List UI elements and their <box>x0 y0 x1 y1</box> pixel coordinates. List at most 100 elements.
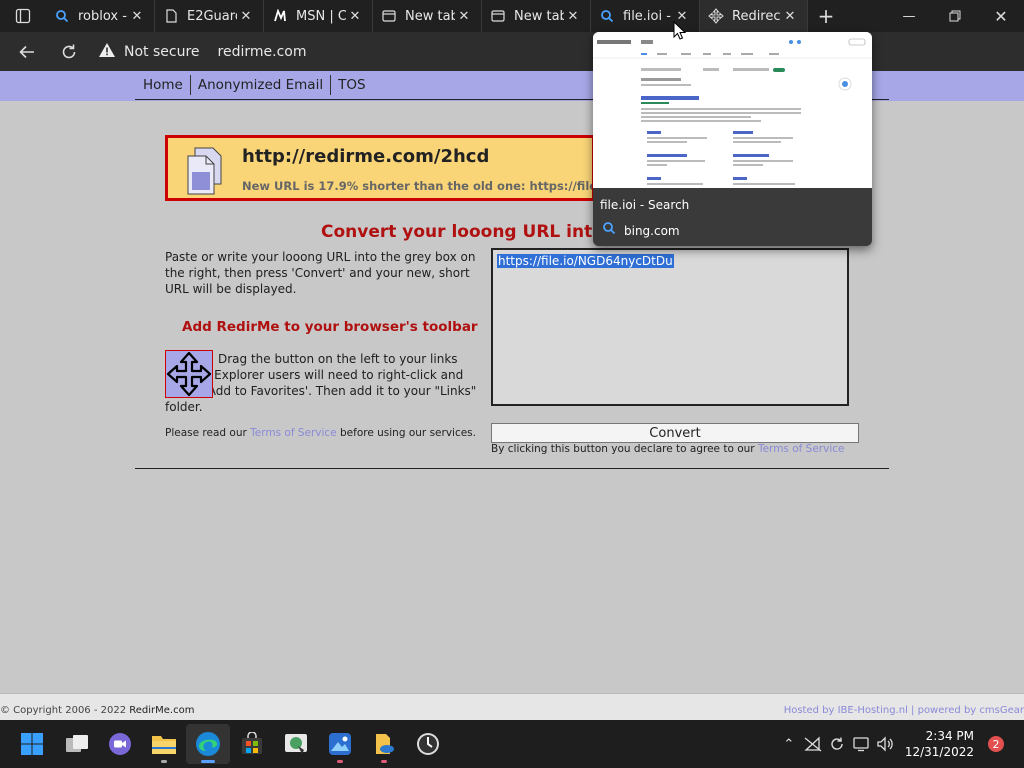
file-explorer-button[interactable] <box>142 724 186 764</box>
page-thumbnail <box>593 32 872 188</box>
paste-instructions: Paste or write your looong URL into the … <box>165 250 476 296</box>
clock[interactable]: 2:34 PM 12/31/2022 <box>905 728 974 760</box>
display-icon[interactable] <box>849 736 873 752</box>
restore-icon <box>949 10 961 22</box>
sync-icon[interactable] <box>825 736 849 752</box>
clock-icon <box>417 733 439 755</box>
footer-separator: | <box>911 705 915 716</box>
nav-tos-link[interactable]: TOS <box>331 75 372 95</box>
edge-browser-icon <box>196 732 220 756</box>
move-arrows-icon <box>166 351 212 397</box>
tab-msn[interactable]: MSN | C ✕ <box>264 0 373 32</box>
tab-redirect[interactable]: Redirect ✕ <box>700 0 808 32</box>
windows-logo-icon <box>21 733 43 755</box>
toolbar-heading: Add RedirMe to your browser's toolbar <box>182 319 478 335</box>
task-view-button[interactable] <box>55 724 99 764</box>
clock-app-button[interactable] <box>406 724 450 764</box>
tab-title: MSN | C <box>296 8 346 24</box>
hosting-credits: Hosted by IBE-Hosting.nl | powered by cm… <box>784 705 1024 716</box>
content-divider <box>135 468 889 469</box>
agree-prefix: By clicking this button you declare to a… <box>491 443 758 455</box>
agree-tos-link[interactable]: Terms of Service <box>758 443 845 455</box>
store-button[interactable] <box>230 724 274 764</box>
tab-e2guard[interactable]: E2Guard ✕ <box>155 0 264 32</box>
search-icon <box>54 8 70 24</box>
url-text[interactable]: redirme.com <box>218 44 307 60</box>
task-view-icon <box>66 735 88 752</box>
store-icon <box>242 732 262 754</box>
convert-heading: Convert your looong URL into a short one <box>321 222 596 242</box>
taskbar: ⌃ 2:34 PM 12/31/2022 2 <box>0 720 1024 768</box>
close-tab-icon[interactable]: ✕ <box>564 7 582 25</box>
chat-app-button[interactable] <box>98 724 142 764</box>
nav-anonymized-email-link[interactable]: Anonymized Email <box>191 75 332 95</box>
picture-icon <box>285 734 307 754</box>
url-input-value: https://file.io/NGD64nycDtDu <box>497 254 674 268</box>
address-bar[interactable]: Not secure redirme.com <box>98 37 306 67</box>
time: 2:34 PM <box>925 729 974 743</box>
restore-button[interactable] <box>932 0 978 32</box>
tab-title: New tab <box>405 8 455 24</box>
running-indicator <box>161 760 167 763</box>
refresh-button[interactable] <box>48 32 90 71</box>
search-icon <box>602 221 616 239</box>
move-icon <box>708 8 724 24</box>
bookmarklet-drag-button[interactable] <box>165 350 213 398</box>
tab-title: file.ioi - <box>623 8 671 24</box>
close-window-button[interactable]: ✕ <box>978 0 1024 32</box>
close-tab-icon[interactable]: ✕ <box>128 7 146 25</box>
edge-button[interactable] <box>186 724 230 764</box>
tab-title: New tab <box>514 8 564 24</box>
tab-newtab-1[interactable]: New tab ✕ <box>373 0 482 32</box>
active-indicator <box>201 760 215 763</box>
tab-newtab-2[interactable]: New tab ✕ <box>482 0 591 32</box>
drag-instructions: Drag the button on the left to your link… <box>165 352 477 414</box>
back-button[interactable] <box>6 32 48 71</box>
minimize-button[interactable]: — <box>886 0 932 32</box>
chat-icon <box>109 733 131 755</box>
tab-actions-icon <box>15 8 31 24</box>
tab-hover-preview[interactable]: file.ioi - Search bing.com <box>593 32 872 246</box>
nav-home-link[interactable]: Home <box>136 75 191 95</box>
start-button[interactable] <box>10 724 54 764</box>
short-url[interactable]: http://redirme.com/2hcd <box>242 146 489 167</box>
warning-icon <box>98 42 116 62</box>
preview-site: bing.com <box>624 224 680 238</box>
new-tab-button[interactable]: + <box>808 0 844 32</box>
volume-icon[interactable] <box>873 736 897 752</box>
read-suffix: before using our services. <box>336 427 476 439</box>
close-tab-icon[interactable]: ✕ <box>455 7 473 25</box>
image-app-button[interactable] <box>274 724 318 764</box>
files-app-button[interactable] <box>362 724 406 764</box>
network-off-icon[interactable] <box>801 736 825 752</box>
powered-link[interactable]: powered by cmsGear <box>918 705 1024 716</box>
close-tab-icon[interactable]: ✕ <box>346 7 364 25</box>
tab-roblox[interactable]: roblox - ✕ <box>46 0 155 32</box>
newtab-icon <box>381 8 397 24</box>
site-name: RedirMe.com <box>129 705 195 716</box>
convert-button[interactable]: Convert <box>491 423 859 443</box>
close-tab-icon[interactable]: ✕ <box>237 7 255 25</box>
close-icon: ✕ <box>994 6 1008 26</box>
search-icon <box>599 8 615 24</box>
security-label[interactable]: Not secure <box>124 44 200 60</box>
preview-title: file.ioi - Search <box>600 198 690 212</box>
agree-text: By clicking this button you declare to a… <box>491 443 845 455</box>
newtab-icon <box>490 8 506 24</box>
tos-link[interactable]: Terms of Service <box>250 427 337 439</box>
running-indicator <box>337 760 343 763</box>
close-tab-icon[interactable]: ✕ <box>781 7 799 25</box>
documents-icon <box>183 146 231 198</box>
tab-actions-button[interactable] <box>0 0 46 32</box>
photos-button[interactable] <box>318 724 362 764</box>
folder-cloud-icon <box>376 734 394 754</box>
tab-title: roblox - <box>78 8 127 24</box>
notification-badge[interactable]: 2 <box>988 736 1004 752</box>
chevron-up-icon[interactable]: ⌃ <box>777 737 801 752</box>
tab-strip: roblox - ✕ E2Guard ✕ MSN | C ✕ New tab ✕… <box>0 0 1024 32</box>
copyright-prefix: © Copyright 2006 - 2022 <box>0 705 130 716</box>
long-url-textarea[interactable]: https://file.io/NGD64nycDtDu <box>491 248 849 406</box>
hosted-link[interactable]: Hosted by IBE-Hosting.nl <box>784 705 908 716</box>
photos-icon <box>329 733 351 755</box>
page-icon <box>163 8 179 24</box>
